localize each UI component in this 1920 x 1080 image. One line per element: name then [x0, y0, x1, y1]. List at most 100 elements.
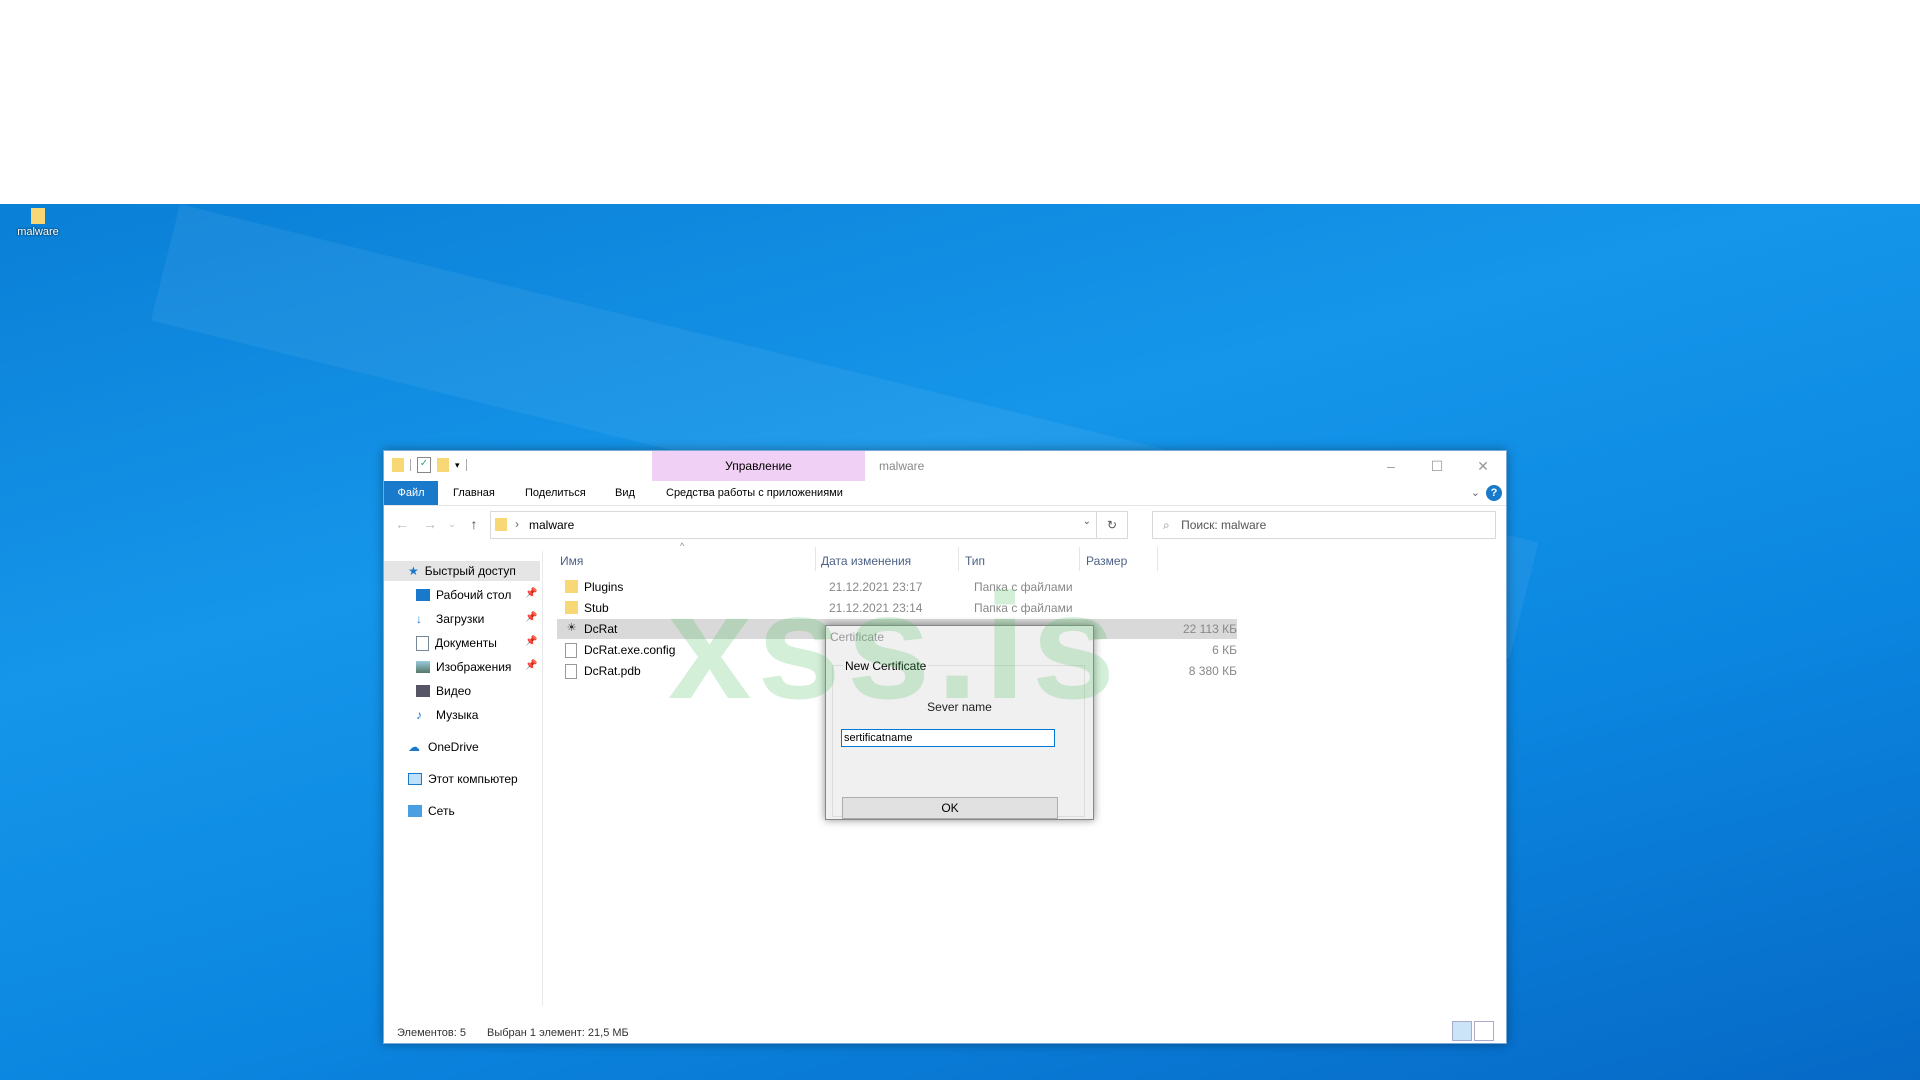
column-header-type[interactable]: Тип [965, 551, 985, 571]
sidebar-item-quick-access[interactable]: ★ Быстрый доступ [384, 561, 540, 581]
forward-button[interactable]: → [418, 511, 442, 537]
server-name-label: Sever name [927, 700, 992, 714]
sidebar-item-network[interactable]: Сеть [408, 801, 455, 821]
file-name: Stub [584, 601, 609, 615]
minimize-button[interactable]: – [1368, 451, 1414, 481]
pin-icon: 📌 [525, 636, 538, 647]
sidebar-item-label: Этот компьютер [428, 772, 518, 786]
tab-share[interactable]: Поделиться [525, 481, 586, 505]
tab-file[interactable]: Файл [384, 481, 438, 505]
column-header-name[interactable]: Имя [560, 551, 583, 571]
pin-icon: 📌 [525, 660, 538, 671]
sidebar-item-label: Документы [435, 636, 497, 650]
details-view-icon[interactable] [1452, 1021, 1472, 1041]
application-icon: ☀ [566, 622, 577, 634]
folder-icon [392, 458, 404, 472]
sidebar-item-label: Загрузки [436, 612, 485, 626]
file-type: Папка с файлами [974, 601, 1073, 615]
sidebar-item-onedrive[interactable]: ☁ OneDrive [408, 737, 479, 757]
desktop-icon-label: malware [17, 226, 59, 238]
column-header-size[interactable]: Размер [1086, 551, 1127, 571]
divider [410, 459, 411, 471]
search-input[interactable]: ⌕ Поиск: malware [1152, 511, 1496, 539]
large-icons-view-icon[interactable] [1474, 1021, 1494, 1041]
column-divider [1079, 547, 1080, 571]
selection-info: Выбран 1 элемент: 21,5 МБ [487, 1027, 629, 1039]
breadcrumb-separator: › [515, 517, 519, 531]
sidebar-item-label: Музыка [436, 708, 479, 722]
file-size: 22 113 КБ [1182, 622, 1237, 636]
up-button[interactable]: ↑ [462, 511, 486, 537]
column-divider [815, 547, 816, 571]
folder-icon [565, 601, 578, 614]
tab-view[interactable]: Вид [615, 481, 635, 505]
new-folder-icon[interactable] [437, 458, 449, 472]
pin-icon: 📌 [525, 588, 538, 599]
status-bar: Элементов: 5 Выбран 1 элемент: 21,5 МБ [397, 1027, 629, 1039]
help-icon[interactable]: ? [1486, 485, 1502, 501]
sidebar-item-label: Рабочий стол [436, 588, 512, 602]
sidebar-item-documents[interactable]: Документы [416, 633, 497, 653]
sidebar-item-label: Быстрый доступ [424, 564, 516, 578]
column-divider [958, 547, 959, 571]
sidebar-item-downloads[interactable]: ↓ Загрузки [416, 609, 484, 629]
music-icon: ♪ [416, 708, 422, 722]
search-icon: ⌕ [1163, 518, 1170, 532]
sidebar-item-label: Изображения [436, 660, 512, 674]
breadcrumb-malware[interactable]: malware [529, 518, 574, 532]
desktop-icon [416, 589, 430, 601]
sidebar-item-music[interactable]: ♪ Музыка [416, 705, 478, 725]
file-row[interactable]: Plugins 21.12.2021 23:17 Папка с файлами [557, 577, 1237, 597]
file-row[interactable]: Stub 21.12.2021 23:14 Папка с файлами [557, 598, 1237, 618]
sidebar-item-label: Сеть [428, 804, 455, 818]
customize-toolbar-icon[interactable]: ▾ [455, 460, 460, 471]
divider [465, 459, 467, 471]
file-name: DcRat.pdb [584, 664, 641, 678]
title-bar: ✓ ▾ Управление malware – ☐ ✕ [384, 451, 1506, 481]
video-icon [416, 685, 430, 697]
tab-home[interactable]: Главная [453, 481, 495, 505]
file-size: 8 380 КБ [1188, 664, 1237, 678]
navigation-pane: ★ Быстрый доступ Рабочий стол 📌 ↓ Загруз… [384, 551, 543, 1006]
column-header-date[interactable]: Дата изменения [821, 551, 911, 571]
tab-app-tools[interactable]: Средства работы с приложениями [666, 481, 843, 505]
download-icon: ↓ [416, 612, 422, 626]
sidebar-item-this-pc[interactable]: Этот компьютер [408, 769, 518, 789]
folder-icon [495, 518, 507, 531]
file-icon [565, 643, 577, 658]
server-name-input[interactable] [841, 729, 1055, 747]
search-placeholder: Поиск: malware [1181, 518, 1267, 532]
group-label: New Certificate [843, 659, 929, 673]
file-name: DcRat.exe.config [584, 643, 676, 657]
sidebar-item-pictures[interactable]: Изображения [416, 657, 511, 677]
desktop-icon-malware[interactable]: malware [12, 208, 64, 238]
sidebar-item-desktop[interactable]: Рабочий стол [416, 585, 511, 605]
sort-indicator-icon: ^ [680, 541, 685, 551]
pin-icon: 📌 [525, 612, 538, 623]
sidebar-item-videos[interactable]: Видео [416, 681, 471, 701]
maximize-button[interactable]: ☐ [1414, 451, 1460, 481]
file-size: 6 КБ [1212, 643, 1237, 657]
address-dropdown-icon[interactable]: ⌄ [1083, 516, 1091, 527]
properties-icon[interactable]: ✓ [417, 457, 431, 473]
recent-locations-button[interactable]: ⌄ [440, 511, 464, 537]
file-date: 21.12.2021 23:14 [829, 601, 923, 615]
file-date: 21.12.2021 23:17 [829, 580, 923, 594]
folder-icon [565, 580, 578, 593]
document-icon [416, 635, 429, 651]
ok-button[interactable]: OK [842, 797, 1058, 819]
expand-ribbon-icon[interactable]: ⌄ [1471, 481, 1480, 505]
pictures-icon [416, 661, 430, 673]
dialog-title: Certificate [830, 630, 885, 644]
sidebar-item-label: Видео [436, 684, 472, 698]
computer-icon [408, 773, 422, 785]
close-button[interactable]: ✕ [1460, 451, 1506, 481]
file-type: Папка с файлами [974, 580, 1073, 594]
refresh-icon[interactable]: ↻ [1096, 512, 1127, 538]
sidebar-item-label: OneDrive [428, 740, 479, 754]
file-name: Plugins [584, 580, 624, 594]
file-name: DcRat [584, 622, 618, 636]
back-button[interactable]: ← [390, 511, 414, 537]
column-divider [1157, 547, 1158, 571]
address-bar[interactable]: › malware ⌄ ↻ [490, 511, 1128, 539]
